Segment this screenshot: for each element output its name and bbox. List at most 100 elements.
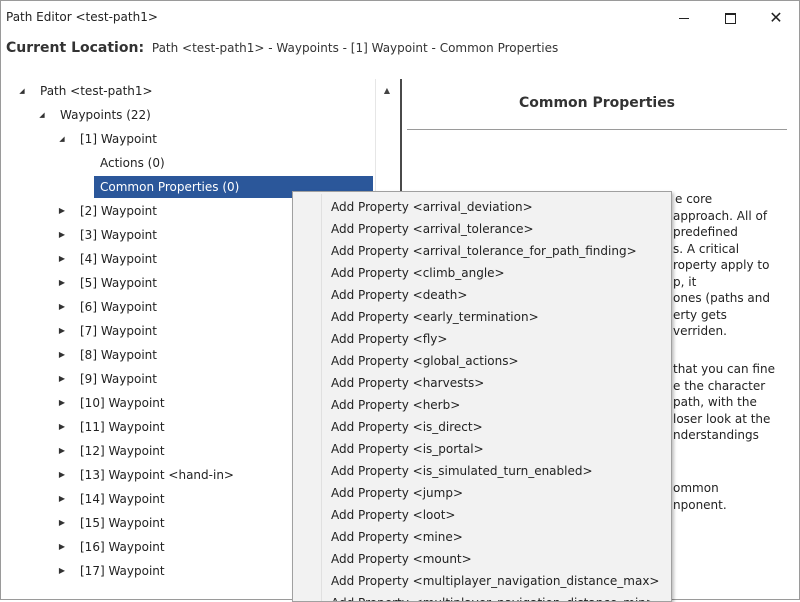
menu-item-add-property[interactable]: Add Property <is_portal>	[295, 438, 665, 460]
tree-item-label: [16] Waypoint	[80, 540, 165, 554]
menu-item-add-property[interactable]: Add Property <arrival_tolerance>	[295, 218, 665, 240]
triangle-collapsed-icon[interactable]: ▶	[57, 344, 67, 366]
menu-item-label: Add Property <herb>	[331, 398, 461, 412]
menu-item-add-property[interactable]: Add Property <is_simulated_turn_enabled>	[295, 460, 665, 482]
triangle-collapsed-icon[interactable]: ▶	[57, 368, 67, 390]
triangle-expanded-icon[interactable]: ◢	[37, 104, 47, 126]
maximize-button[interactable]	[707, 1, 753, 35]
menu-item-add-property[interactable]: Add Property <arrival_deviation>	[295, 196, 665, 218]
menu-item-label: Add Property <arrival_deviation>	[331, 200, 533, 214]
menu-item-label: Add Property <death>	[331, 288, 468, 302]
tree-item[interactable]: Actions (0)	[7, 152, 373, 174]
menu-item-label: Add Property <is_portal>	[331, 442, 484, 456]
tree-item-label: Actions (0)	[100, 156, 165, 170]
minimize-button[interactable]	[661, 1, 707, 35]
menu-item-add-property[interactable]: Add Property <death>	[295, 284, 665, 306]
triangle-expanded-icon[interactable]: ◢	[17, 80, 27, 102]
triangle-collapsed-icon[interactable]: ▶	[57, 248, 67, 270]
tree-item-label: [12] Waypoint	[80, 444, 165, 458]
scroll-up-icon: ▲	[383, 85, 391, 95]
menu-item-add-property[interactable]: Add Property <harvests>	[295, 372, 665, 394]
properties-text-line: approach. All of	[673, 208, 768, 223]
triangle-collapsed-icon[interactable]: ▶	[57, 296, 67, 318]
menu-item-add-property[interactable]: Add Property <multiplayer_navigation_dis…	[295, 570, 665, 592]
tree-item[interactable]: ◢ Path <test-path1>	[7, 80, 373, 102]
triangle-collapsed-icon[interactable]: ▶	[57, 560, 67, 582]
tree-item[interactable]: ◢ [1] Waypoint	[7, 128, 373, 150]
tree-item-label: [9] Waypoint	[80, 372, 157, 386]
triangle-expanded-icon[interactable]: ◢	[57, 128, 67, 150]
properties-text-line: nponent.	[673, 497, 727, 512]
menu-item-label: Add Property <multiplayer_navigation_dis…	[331, 592, 656, 601]
scroll-up-button[interactable]: ▲	[376, 79, 398, 101]
tree-item-label: [2] Waypoint	[80, 204, 157, 218]
tree-item-label: [14] Waypoint	[80, 492, 165, 506]
menu-item-label: Add Property <climb_angle>	[331, 266, 505, 280]
title-bar: Path Editor <test-path1> ✕	[1, 1, 799, 35]
tree-item-label: Path <test-path1>	[40, 84, 153, 98]
menu-item-add-property[interactable]: Add Property <loot>	[295, 504, 665, 526]
menu-item-label: Add Property <multiplayer_navigation_dis…	[331, 574, 660, 588]
properties-text-line: nderstandings	[673, 428, 759, 442]
current-location: Current Location: Path <test-path1> - Wa…	[6, 40, 558, 56]
menu-item-add-property[interactable]: Add Property <global_actions>	[295, 350, 665, 372]
menu-item-label: Add Property <jump>	[331, 486, 463, 500]
location-path: Path <test-path1> - Waypoints - [1] Wayp…	[151, 41, 559, 55]
properties-text-line: path, with the	[673, 395, 757, 409]
triangle-collapsed-icon[interactable]: ▶	[57, 488, 67, 510]
menu-item-add-property[interactable]: Add Property <mount>	[295, 548, 665, 570]
close-button[interactable]: ✕	[753, 1, 799, 35]
properties-text-line: s. A critical	[673, 241, 740, 256]
properties-text-line: ommon	[673, 481, 719, 495]
triangle-collapsed-icon[interactable]: ▶	[57, 440, 67, 462]
properties-text-line: predefined	[673, 225, 738, 239]
tree-item-label: [17] Waypoint	[80, 564, 165, 578]
properties-text-line: ones (paths and	[673, 291, 771, 305]
properties-text-line: e core	[675, 192, 713, 206]
tree-item-label: [8] Waypoint	[80, 348, 157, 362]
triangle-collapsed-icon[interactable]: ▶	[57, 536, 67, 558]
properties-text-line: p, it	[673, 274, 697, 289]
triangle-collapsed-icon[interactable]: ▶	[57, 200, 67, 222]
tree-item-label: [11] Waypoint	[80, 420, 165, 434]
menu-item-label: Add Property <global_actions>	[331, 354, 519, 368]
triangle-collapsed-icon[interactable]: ▶	[57, 464, 67, 486]
menu-item-add-property[interactable]: Add Property <is_direct>	[295, 416, 665, 438]
menu-item-add-property[interactable]: Add Property <jump>	[295, 482, 665, 504]
menu-item-add-property[interactable]: Add Property <herb>	[295, 394, 665, 416]
maximize-icon	[724, 12, 736, 24]
properties-text-line: e the character	[673, 378, 766, 393]
tree-item-label: [1] Waypoint	[80, 132, 157, 146]
menu-item-label: Add Property <mine>	[331, 530, 463, 544]
menu-item-add-property[interactable]: Add Property <mine>	[295, 526, 665, 548]
tree-item-label: [15] Waypoint	[80, 516, 165, 530]
tree-item-label: [13] Waypoint <hand-in>	[80, 468, 234, 482]
menu-item-label: Add Property <is_simulated_turn_enabled>	[331, 464, 593, 478]
properties-text-line: erty gets	[673, 307, 727, 322]
menu-item-label: Add Property <is_direct>	[331, 420, 483, 434]
triangle-collapsed-icon[interactable]: ▶	[57, 392, 67, 414]
tree-item-label: [4] Waypoint	[80, 252, 157, 266]
menu-item-label: Add Property <mount>	[331, 552, 472, 566]
menu-item-add-property[interactable]: Add Property <early_termination>	[295, 306, 665, 328]
properties-text-line: verriden.	[673, 324, 727, 338]
menu-item-add-property[interactable]: Add Property <fly>	[295, 328, 665, 350]
menu-item-add-property[interactable]: Add Property <arrival_tolerance_for_path…	[295, 240, 665, 262]
window-title: Path Editor <test-path1>	[6, 10, 158, 24]
menu-item-add-property[interactable]: Add Property <multiplayer_navigation_dis…	[295, 592, 665, 601]
triangle-collapsed-icon[interactable]: ▶	[57, 320, 67, 342]
menu-item-label: Add Property <harvests>	[331, 376, 485, 390]
tree-item-label: [7] Waypoint	[80, 324, 157, 338]
triangle-collapsed-icon[interactable]: ▶	[57, 416, 67, 438]
properties-divider	[407, 129, 787, 130]
triangle-collapsed-icon[interactable]: ▶	[57, 512, 67, 534]
menu-item-add-property[interactable]: Add Property <climb_angle>	[295, 262, 665, 284]
close-icon: ✕	[769, 8, 783, 27]
triangle-collapsed-icon[interactable]: ▶	[57, 224, 67, 246]
tree-item[interactable]: ◢ Waypoints (22)	[7, 104, 373, 126]
properties-text-line: loser look at the	[673, 411, 771, 426]
location-label: Current Location:	[6, 40, 145, 56]
triangle-collapsed-icon[interactable]: ▶	[57, 272, 67, 294]
menu-item-label: Add Property <early_termination>	[331, 310, 539, 324]
menu-item-label: Add Property <loot>	[331, 508, 456, 522]
